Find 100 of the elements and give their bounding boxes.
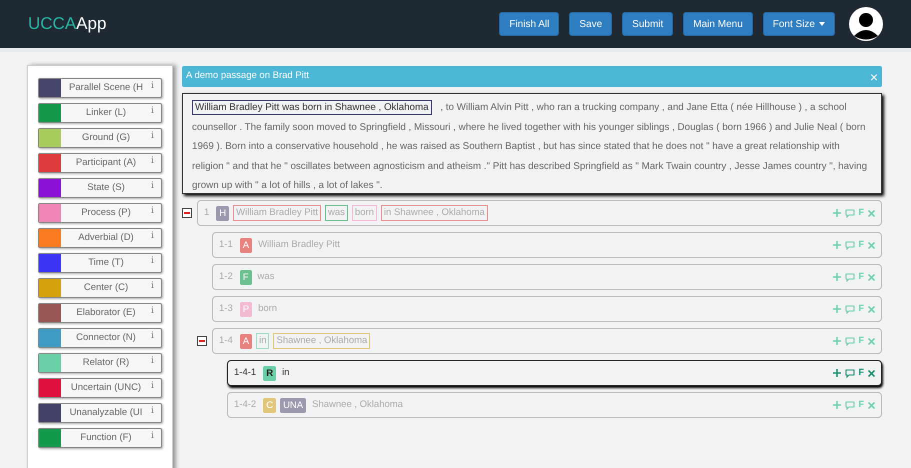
category-label: Parallel Scene (H: [68, 81, 144, 95]
info-icon[interactable]: i: [151, 154, 161, 172]
info-icon[interactable]: i: [151, 429, 161, 447]
remove-icon[interactable]: [868, 402, 875, 408]
category-label: Adverbial (D): [77, 231, 135, 245]
remove-icon[interactable]: [868, 274, 875, 280]
add-icon[interactable]: [832, 209, 840, 217]
unit-index: 1-1: [219, 238, 233, 252]
unit-row[interactable]: 1-1 A William Bradley Pitt F: [212, 232, 882, 258]
brand-logo[interactable]: UCCA: [28, 11, 76, 37]
category-label: Connector (N): [75, 331, 137, 345]
remove-icon[interactable]: [868, 370, 875, 376]
collapse-button[interactable]: [197, 336, 207, 346]
category-tag: R: [263, 366, 276, 380]
comment-icon[interactable]: [844, 304, 854, 314]
comment-icon[interactable]: [844, 368, 854, 378]
category-button[interactable]: Time (T) i: [38, 253, 162, 273]
category-button[interactable]: Uncertain (UNC) i: [38, 378, 162, 398]
add-icon[interactable]: [832, 241, 840, 249]
comment-icon[interactable]: [844, 272, 854, 282]
passage-title: A demo passage on Brad Pitt: [186, 69, 310, 84]
remove-icon[interactable]: [868, 242, 875, 248]
unit-chip[interactable]: was: [325, 204, 348, 222]
category-label: State (S): [86, 181, 126, 195]
add-icon[interactable]: [832, 401, 840, 409]
category-button[interactable]: Linker (L) i: [38, 103, 162, 123]
category-label: Linker (L): [84, 106, 128, 120]
unit-row[interactable]: 1-4-1 R in F: [227, 360, 882, 386]
info-icon[interactable]: i: [151, 304, 161, 322]
remove-icon[interactable]: [868, 306, 875, 312]
comment-icon[interactable]: [844, 400, 854, 410]
unit-row[interactable]: 1-4-2 C UNA Shawnee , Oklahoma F: [227, 392, 882, 418]
unit-index: 1: [204, 206, 210, 220]
info-icon[interactable]: i: [151, 104, 161, 122]
collapse-button[interactable]: [182, 208, 192, 218]
info-icon[interactable]: i: [151, 329, 161, 347]
category-button[interactable]: Participant (A) i: [38, 153, 162, 173]
add-icon[interactable]: [832, 305, 840, 313]
unit-index: 1-3: [219, 302, 233, 316]
info-icon[interactable]: i: [151, 79, 161, 97]
info-icon[interactable]: i: [151, 379, 161, 397]
category-button[interactable]: Function (F) i: [38, 428, 162, 448]
unit-index: 1-4: [219, 334, 233, 348]
comment-icon[interactable]: [844, 336, 854, 346]
unit-row[interactable]: 1 H William Bradley Pitt was born in Shawnee , Oklahoma F: [197, 200, 882, 226]
info-icon[interactable]: i: [151, 254, 161, 272]
category-tag: F: [240, 270, 252, 284]
category-tag: A: [240, 334, 252, 348]
unit-text: William Bradley Pitt: [257, 238, 341, 252]
nav-button[interactable]: Submit: [622, 12, 674, 36]
add-icon[interactable]: [832, 273, 840, 281]
unit-text: Shawnee , Oklahoma: [311, 398, 404, 412]
info-icon[interactable]: i: [151, 354, 161, 372]
unit-text: in: [281, 366, 290, 380]
unit-chip[interactable]: William Bradley Pitt: [233, 204, 321, 222]
info-icon[interactable]: i: [151, 179, 161, 197]
info-icon[interactable]: i: [151, 279, 161, 297]
info-icon[interactable]: i: [151, 204, 161, 222]
category-tag: C: [263, 398, 276, 412]
nav-button[interactable]: Main Menu: [683, 12, 753, 36]
category-button[interactable]: Ground (G) i: [38, 128, 162, 148]
category-button[interactable]: Unanalyzable (UI i: [38, 403, 162, 423]
avatar-icon[interactable]: [849, 7, 883, 41]
category-button[interactable]: Center (C) i: [38, 278, 162, 298]
comment-icon[interactable]: [844, 208, 854, 218]
category-label: Uncertain (UNC): [70, 381, 142, 395]
category-tag: A: [240, 238, 252, 252]
nav-button[interactable]: Finish All: [499, 12, 560, 36]
unit-row[interactable]: 1-2 F was F: [212, 264, 882, 290]
category-button[interactable]: Parallel Scene (H i: [38, 78, 162, 98]
unit-text: born: [257, 302, 278, 316]
function-button[interactable]: F: [858, 366, 864, 380]
category-button[interactable]: Adverbial (D) i: [38, 228, 162, 248]
category-label: Relator (R): [82, 356, 130, 370]
category-button[interactable]: Elaborator (E) i: [38, 303, 162, 323]
close-button[interactable]: ×: [870, 70, 878, 84]
category-button[interactable]: Connector (N) i: [38, 328, 162, 348]
comment-icon[interactable]: [844, 240, 854, 250]
brand-logo[interactable]: App: [76, 11, 106, 37]
category-button[interactable]: State (S) i: [38, 178, 162, 198]
category-label: Participant (A): [74, 156, 138, 170]
add-icon[interactable]: [832, 369, 840, 377]
category-tag: UNA: [280, 398, 306, 412]
unit-index: 1-2: [219, 270, 233, 284]
category-label: Process (P): [80, 206, 132, 220]
remove-icon[interactable]: [868, 338, 875, 344]
passage-text: William Bradley Pitt was born in Shawnee , Oklahoma , to William Alvin Pitt , who ran a trucking company , and Jane Etta ( née Hillhouse ) , a school counsellor . The family soon moved to Springfield , Missouri , where he lived together with his younger siblings , Douglas ( born 1966 ) and Julie Neal ( born 1969 ). Born into a conservative household , he was raised as Southern Baptist , but has since stated that he does not " have a great relationship with religion " and that he " oscillates between agnosticism and atheism ." Pitt has described Springfield as " Mark Twain country , Jesse James country ", having grown up with " a lot of hills , a lot of lakes ".: [182, 93, 882, 194]
category-label: Unanalyzable (UI: [68, 406, 144, 420]
category-label: Function (F): [79, 431, 133, 445]
add-icon[interactable]: [832, 337, 840, 345]
remove-icon[interactable]: [868, 210, 875, 216]
category-button[interactable]: Relator (R) i: [38, 353, 162, 373]
category-button[interactable]: Process (P) i: [38, 203, 162, 223]
nav-button[interactable]: Font Size: [762, 12, 835, 36]
category-label: Center (C): [82, 281, 130, 295]
info-icon[interactable]: i: [151, 129, 161, 147]
nav-button[interactable]: Save: [569, 12, 612, 36]
info-icon[interactable]: i: [151, 229, 161, 247]
unit-row[interactable]: 1-4 A in Shawnee , Oklahoma F: [212, 328, 882, 354]
info-icon[interactable]: i: [151, 404, 161, 422]
